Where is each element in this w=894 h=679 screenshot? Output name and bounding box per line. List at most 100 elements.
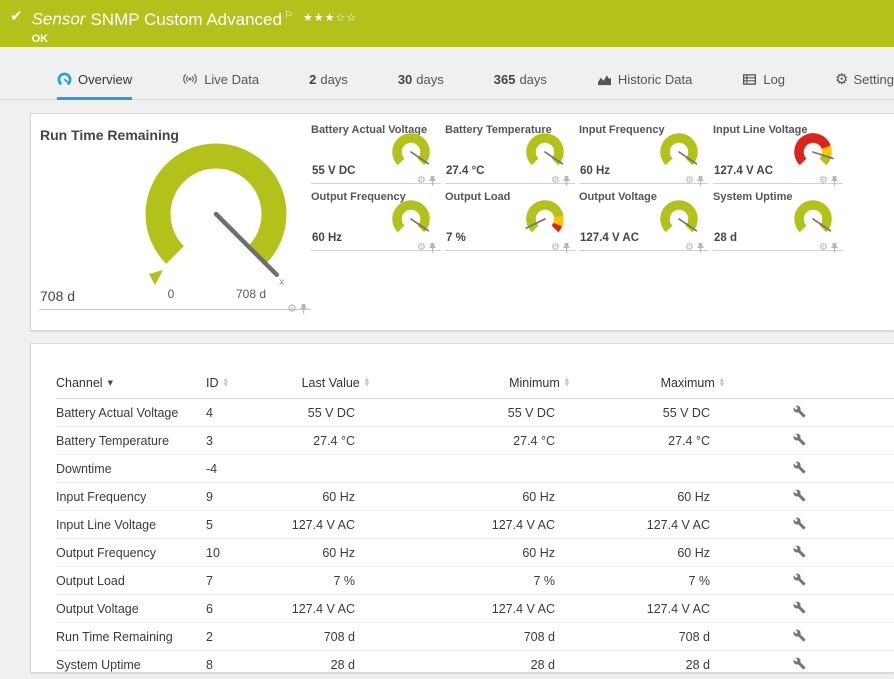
tab-label: Live Data [204,72,259,87]
pin-icon[interactable] [300,304,307,314]
gauge-dial [655,198,703,244]
gear-icon[interactable]: ⚙ [417,243,426,253]
gear-icon[interactable]: ⚙ [551,243,560,253]
tab-30-days[interactable]: 30 days [398,69,444,99]
log-icon [742,73,757,86]
channel-last-value: 127.4 V AC [259,602,369,616]
channel-row-input-line-voltage: Input Line Voltage5127.4 V AC127.4 V AC1… [56,511,894,539]
pin-icon[interactable] [563,176,570,186]
pin-icon[interactable] [697,176,704,186]
gauge-tile-output-frequency: Output Frequency60 Hz⚙ [311,188,441,251]
tile-actions: ⚙ [287,303,307,314]
column-header-maximum[interactable]: Maximum▲▼ [569,376,724,390]
tab-bar: Overview Live Data 2days 30 days 365days Histo… [0,69,894,100]
tab-overview[interactable]: Overview [57,69,132,100]
channel-id: 9 [206,490,259,504]
channel-maximum: 708 d [569,630,724,644]
tab-label: Log [763,72,785,87]
pin-icon[interactable] [429,176,436,186]
tab-log[interactable]: Log [742,69,785,99]
tile-actions: ⚙ [417,243,436,253]
sensor-title: SNMP Custom Advanced [90,10,282,29]
channel-settings-wrench-icon[interactable] [793,629,806,642]
channel-settings-wrench-icon[interactable] [793,433,806,446]
gauge-value: 60 Hz [580,165,610,177]
sort-toggle-icon: ▲▼ [720,378,724,387]
gear-icon[interactable]: ⚙ [287,303,297,314]
gauges-panel: Run Time Remaining x 708 d 0 708 d ⚙ Bat… [30,113,894,331]
column-header-id[interactable]: ID▲▼ [206,376,259,390]
gauge-dial [789,131,837,177]
table-header-row: Channel▼ID▲▼Last Value▲▼Minimum▲▼Maximum… [56,368,894,399]
channel-name: Run Time Remaining [56,630,206,644]
channel-id: 8 [206,658,259,672]
tab-2-days[interactable]: 2days [309,69,348,99]
primary-gauge-value: 708 d [40,288,75,304]
tab-label: Overview [78,72,132,87]
column-header-last-value[interactable]: Last Value▲▼ [259,376,369,390]
tab-number: 30 [398,72,412,87]
channel-name: Input Line Voltage [56,518,206,532]
tab-historic-data[interactable]: Historic Data [597,69,692,99]
sensor-status-header: ✔ SensorSNMP Custom Advanced⚐★★★☆☆ OK [0,0,894,47]
tab-live-data[interactable]: Live Data [182,69,259,99]
pin-icon[interactable] [831,243,838,253]
channel-settings-wrench-icon[interactable] [793,657,806,670]
gear-icon[interactable]: ⚙ [417,176,426,186]
gauge [521,131,569,182]
tab-label: days [320,72,347,87]
channel-settings-wrench-icon[interactable] [793,545,806,558]
channel-settings-wrench-icon[interactable] [793,489,806,502]
gauge-tile-output-voltage: Output Voltage127.4 V AC⚙ [579,188,709,251]
tab-365-days[interactable]: 365days [494,69,547,99]
channel-settings-wrench-icon[interactable] [793,573,806,586]
gear-icon[interactable]: ⚙ [551,176,560,186]
column-header-channel[interactable]: Channel▼ [56,376,206,390]
channel-maximum: 127.4 V AC [569,602,724,616]
channel-minimum: 127.4 V AC [369,602,569,616]
channel-minimum: 708 d [369,630,569,644]
gear-icon[interactable]: ⚙ [685,243,694,253]
gear-icon[interactable]: ⚙ [819,243,828,253]
channel-last-value: 60 Hz [259,490,369,504]
channel-settings-wrench-icon[interactable] [793,461,806,474]
gauge-value: 127.4 V AC [580,232,639,244]
gauge-dial [521,198,569,244]
channels-panel: Channel▼ID▲▼Last Value▲▼Minimum▲▼Maximum… [30,343,894,673]
object-kind-label: Sensor [32,10,86,29]
channel-minimum: 60 Hz [369,490,569,504]
tile-actions: ⚙ [417,176,436,186]
channel-settings-wrench-icon[interactable] [793,405,806,418]
sort-toggle-icon: ▲▼ [365,378,369,387]
channel-name: Input Frequency [56,490,206,504]
pin-icon[interactable] [697,243,704,253]
gear-icon[interactable]: ⚙ [819,176,828,186]
pin-icon[interactable] [831,176,838,186]
tile-actions: ⚙ [551,243,570,253]
gauge-dial [655,131,703,177]
primary-gauge-scale-max: 708 d [225,287,277,301]
pin-icon[interactable] [563,243,570,253]
channel-maximum: 27.4 °C [569,434,724,448]
channel-last-value: 127.4 V AC [259,518,369,532]
gauge-value: 28 d [714,232,737,244]
tab-label: days [416,72,443,87]
column-header-minimum[interactable]: Minimum▲▼ [369,376,569,390]
gauge [387,131,435,182]
channel-settings-wrench-icon[interactable] [793,517,806,530]
channel-row-input-frequency: Input Frequency960 Hz60 Hz60 Hz [56,483,894,511]
channel-id: 4 [206,406,259,420]
channel-settings-wrench-icon[interactable] [793,601,806,614]
gauge-value: 7 % [446,232,466,244]
gear-icon[interactable]: ⚙ [685,176,694,186]
gauge [387,198,435,249]
channel-name: Output Voltage [56,602,206,616]
channel-minimum: 28 d [369,658,569,672]
gauge [655,131,703,182]
tab-settings[interactable]: ⚙Settings [835,69,894,99]
pin-icon[interactable] [429,243,436,253]
priority-stars[interactable]: ★★★☆☆ [303,11,357,24]
channel-id: 7 [206,574,259,588]
channel-id: 10 [206,546,259,560]
flag-icon[interactable]: ⚐ [284,10,293,21]
